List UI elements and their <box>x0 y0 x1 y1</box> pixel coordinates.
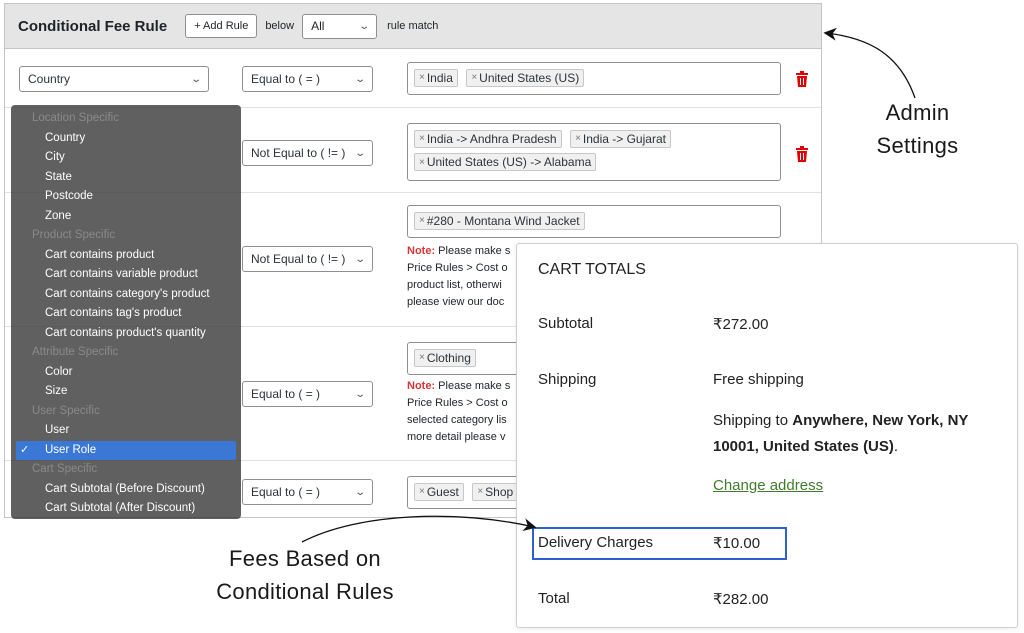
arrow-icon <box>301 515 537 543</box>
arrow-icon <box>823 27 916 99</box>
annotation-arrows <box>301 27 916 543</box>
